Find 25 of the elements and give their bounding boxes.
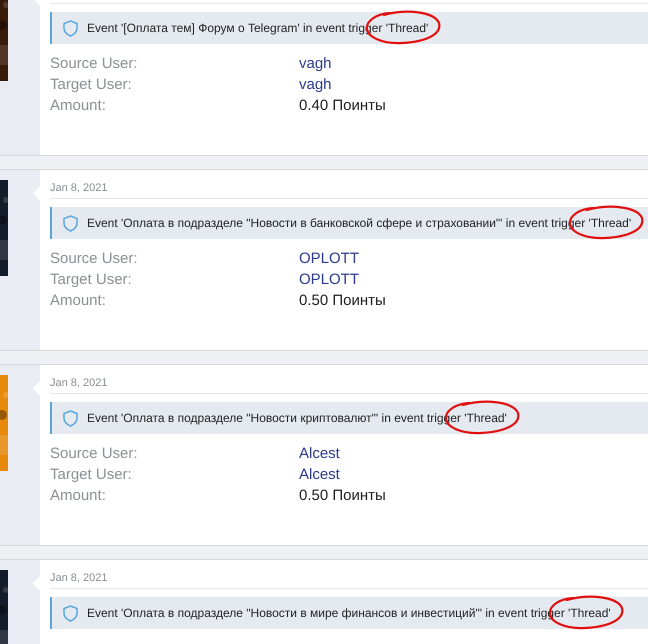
shield-icon xyxy=(63,410,78,426)
field-label: Amount: xyxy=(50,486,107,506)
field-label: Target User: xyxy=(50,75,133,96)
user-link[interactable]: Alcest xyxy=(299,464,340,487)
user-link[interactable]: vagh xyxy=(299,74,332,97)
user-link[interactable]: Alcest xyxy=(299,443,340,466)
field-label: Amount: xyxy=(50,291,107,312)
entry-date: Jan 8, 2021 xyxy=(50,571,108,585)
entry-date: Jan 8, 2021 xyxy=(50,376,108,390)
field-label: Source User: xyxy=(50,54,139,74)
field-label: Amount: xyxy=(50,96,107,116)
field-label: Source User: xyxy=(50,444,139,464)
field-label: Target User: xyxy=(50,270,133,290)
shield-icon xyxy=(63,604,78,622)
field-label: Target User: xyxy=(50,465,133,486)
shield-icon xyxy=(63,20,78,36)
user-link[interactable]: OPLOTT xyxy=(299,269,360,292)
shield-icon xyxy=(63,214,78,232)
field-value: 0.40 Поинты xyxy=(299,96,386,116)
field-value: 0.50 Поинты xyxy=(299,291,386,312)
entry-date: Jan 8, 2021 xyxy=(50,181,108,195)
user-link[interactable]: vagh xyxy=(299,53,332,76)
field-label: Source User: xyxy=(50,249,139,270)
field-value: 0.50 Поинты xyxy=(299,486,386,506)
user-link[interactable]: OPLOTT xyxy=(299,248,360,271)
